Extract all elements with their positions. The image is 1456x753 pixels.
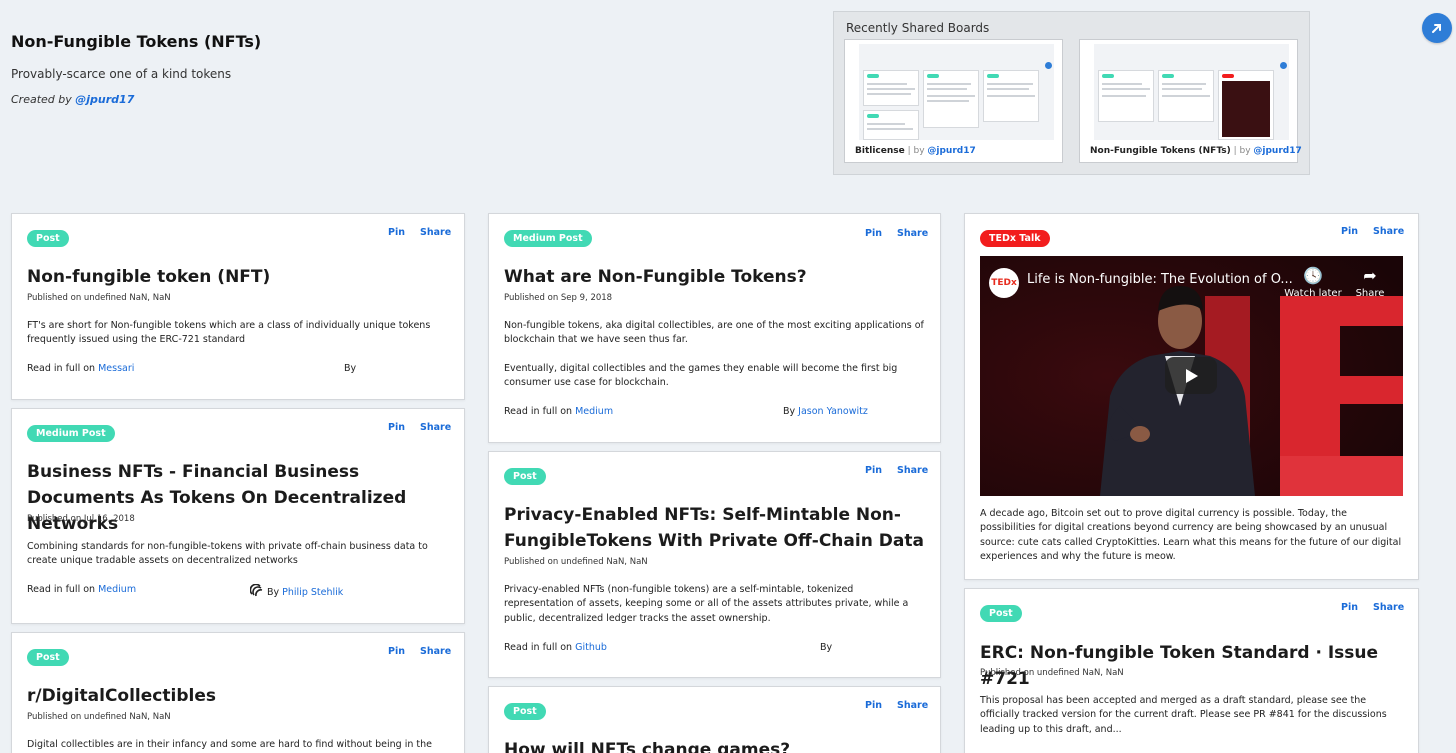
board-title: Non-Fungible Tokens (NFTs) xyxy=(11,32,262,51)
card-date: Published on Sep 9, 2018 xyxy=(504,293,613,303)
card-body-2: Eventually, digital collectibles and the… xyxy=(504,363,898,389)
video-share-button[interactable]: ➦ Share xyxy=(1340,266,1400,299)
card-title[interactable]: Non-fungible token (NFT) xyxy=(27,264,270,290)
clock-icon: 🕓 xyxy=(1303,266,1323,285)
card-source: Read in full on Medium xyxy=(27,584,137,595)
card-title[interactable]: ERC: Non-fungible Token Standard · Issue… xyxy=(980,640,1418,692)
card-tag: Medium Post xyxy=(504,230,592,247)
pin-button[interactable]: Pin xyxy=(1341,602,1358,613)
card-body: Privacy-enabled NFTs (non-fungible token… xyxy=(504,584,909,624)
share-button[interactable]: Share xyxy=(420,646,451,657)
card-tag: Medium Post xyxy=(27,425,115,442)
card-date: Published on undefined NaN, NaN xyxy=(980,668,1124,678)
source-link[interactable]: Medium xyxy=(98,584,136,595)
author-link[interactable]: Jason Yanowitz xyxy=(798,406,868,417)
pin-button[interactable]: Pin xyxy=(1341,226,1358,237)
pin-button[interactable]: Pin xyxy=(865,700,882,711)
card-body: Combining standards for non-fungible-tok… xyxy=(27,541,428,567)
share-button[interactable]: Share xyxy=(897,228,928,239)
creator-link[interactable]: @jpurd17 xyxy=(75,93,134,106)
recent-board-caption: Bitlicense | by @jpurd17 xyxy=(855,146,976,156)
board-created-by: Created by @jpurd17 xyxy=(11,93,134,106)
recent-board-nfts[interactable]: Non-Fungible Tokens (NFTs) | by @jpurd17 xyxy=(1079,39,1302,163)
card-digital-collectibles[interactable]: Post Pin Share r/DigitalCollectibles Pub… xyxy=(11,632,465,753)
share-button[interactable]: Share xyxy=(420,227,451,238)
recent-boards-title: Recently Shared Boards xyxy=(846,21,990,35)
source-link[interactable]: Medium xyxy=(575,406,613,417)
card-author: By Jason Yanowitz xyxy=(783,406,868,417)
share-button[interactable]: Share xyxy=(1373,602,1404,613)
source-link[interactable]: Messari xyxy=(98,363,134,374)
card-tag: Post xyxy=(27,649,69,666)
source-link[interactable]: Github xyxy=(575,642,607,653)
card-nft[interactable]: Post Pin Share Non-fungible token (NFT) … xyxy=(11,213,465,400)
card-date: Published on undefined NaN, NaN xyxy=(504,557,648,567)
pin-button[interactable]: Pin xyxy=(865,228,882,239)
board-thumbnail xyxy=(859,44,1054,140)
pin-button[interactable]: Pin xyxy=(388,646,405,657)
video-player[interactable]: TEDx Life is Non-fungible: The Evolution… xyxy=(980,256,1403,496)
share-button[interactable]: Share xyxy=(897,465,928,476)
card-source: Read in full on Github xyxy=(504,642,607,653)
card-privacy-nfts[interactable]: Post Pin Share Privacy-Enabled NFTs: Sel… xyxy=(488,451,941,678)
card-title[interactable]: r/DigitalCollectibles xyxy=(27,683,216,709)
card-source: Read in full on Messari xyxy=(27,363,135,374)
share-button[interactable]: Share xyxy=(420,422,451,433)
pin-button[interactable]: Pin xyxy=(388,227,405,238)
video-title[interactable]: Life is Non-fungible: The Evolution of O… xyxy=(1027,272,1293,287)
recent-board-bitlicense[interactable]: Bitlicense | by @jpurd17 xyxy=(844,39,1063,163)
board-description: Provably-scarce one of a kind tokens xyxy=(11,67,232,81)
share-button[interactable]: Share xyxy=(1373,226,1404,237)
pin-button[interactable]: Pin xyxy=(388,422,405,433)
card-title[interactable]: Privacy-Enabled NFTs: Self-Mintable Non-… xyxy=(504,502,929,554)
card-tag: TEDx Talk xyxy=(980,230,1050,247)
pin-button[interactable]: Pin xyxy=(865,465,882,476)
arrow-up-right-icon xyxy=(1432,24,1441,33)
card-body: FT's are short for Non-fungible tokens w… xyxy=(27,320,431,346)
card-date: Published on Jul 16, 2018 xyxy=(27,514,135,524)
recently-shared-boards: Recently Shared Boards Bitlicense | by @… xyxy=(833,11,1310,175)
card-date: Published on undefined NaN, NaN xyxy=(27,293,171,303)
card-erc-721[interactable]: Post Pin Share ERC: Non-fungible Token S… xyxy=(964,588,1419,753)
card-body: A decade ago, Bitcoin set out to prove d… xyxy=(980,508,1402,562)
card-date: Published on undefined NaN, NaN xyxy=(27,712,171,722)
author-link[interactable]: Philip Stehlik xyxy=(282,587,343,598)
share-arrow-icon: ➦ xyxy=(1363,266,1377,285)
play-button[interactable] xyxy=(1165,357,1217,394)
card-body: This proposal has been accepted and merg… xyxy=(980,695,1387,735)
created-prefix: Created by xyxy=(11,93,76,106)
card-body: Non-fungible tokens, aka digital collect… xyxy=(504,320,924,346)
author-logo-icon xyxy=(249,583,263,597)
board-thumbnail xyxy=(1094,44,1289,140)
card-author: By Philip Stehlik xyxy=(249,583,343,598)
card-author: By xyxy=(820,642,833,653)
recent-board-caption: Non-Fungible Tokens (NFTs) | by @jpurd17 xyxy=(1090,146,1302,156)
watch-later-button[interactable]: 🕓 Watch later xyxy=(1283,266,1343,299)
card-nfts-games[interactable]: Post Pin Share How will NFTs change game… xyxy=(488,686,941,753)
card-title[interactable]: How will NFTs change games? xyxy=(504,737,790,753)
card-title[interactable]: Business NFTs - Financial Business Docum… xyxy=(27,459,452,537)
card-source: Read in full on Medium xyxy=(504,406,614,417)
card-tedx-talk[interactable]: TEDx Talk Pin Share TEDx Life is Non-fun… xyxy=(964,213,1419,580)
card-tag: Post xyxy=(980,605,1022,622)
card-body: Digital collectibles are in their infanc… xyxy=(27,739,432,750)
card-tag: Post xyxy=(504,468,546,485)
card-title[interactable]: What are Non-Fungible Tokens? xyxy=(504,264,807,290)
share-button[interactable]: Share xyxy=(897,700,928,711)
card-tag: Post xyxy=(27,230,69,247)
card-tag: Post xyxy=(504,703,546,720)
card-author: By xyxy=(344,363,357,374)
card-what-are-nfts[interactable]: Medium Post Pin Share What are Non-Fungi… xyxy=(488,213,941,443)
ted-channel-logo[interactable]: TEDx xyxy=(989,268,1019,298)
card-business-nfts[interactable]: Medium Post Pin Share Business NFTs - Fi… xyxy=(11,408,465,624)
share-board-button[interactable] xyxy=(1422,13,1452,43)
